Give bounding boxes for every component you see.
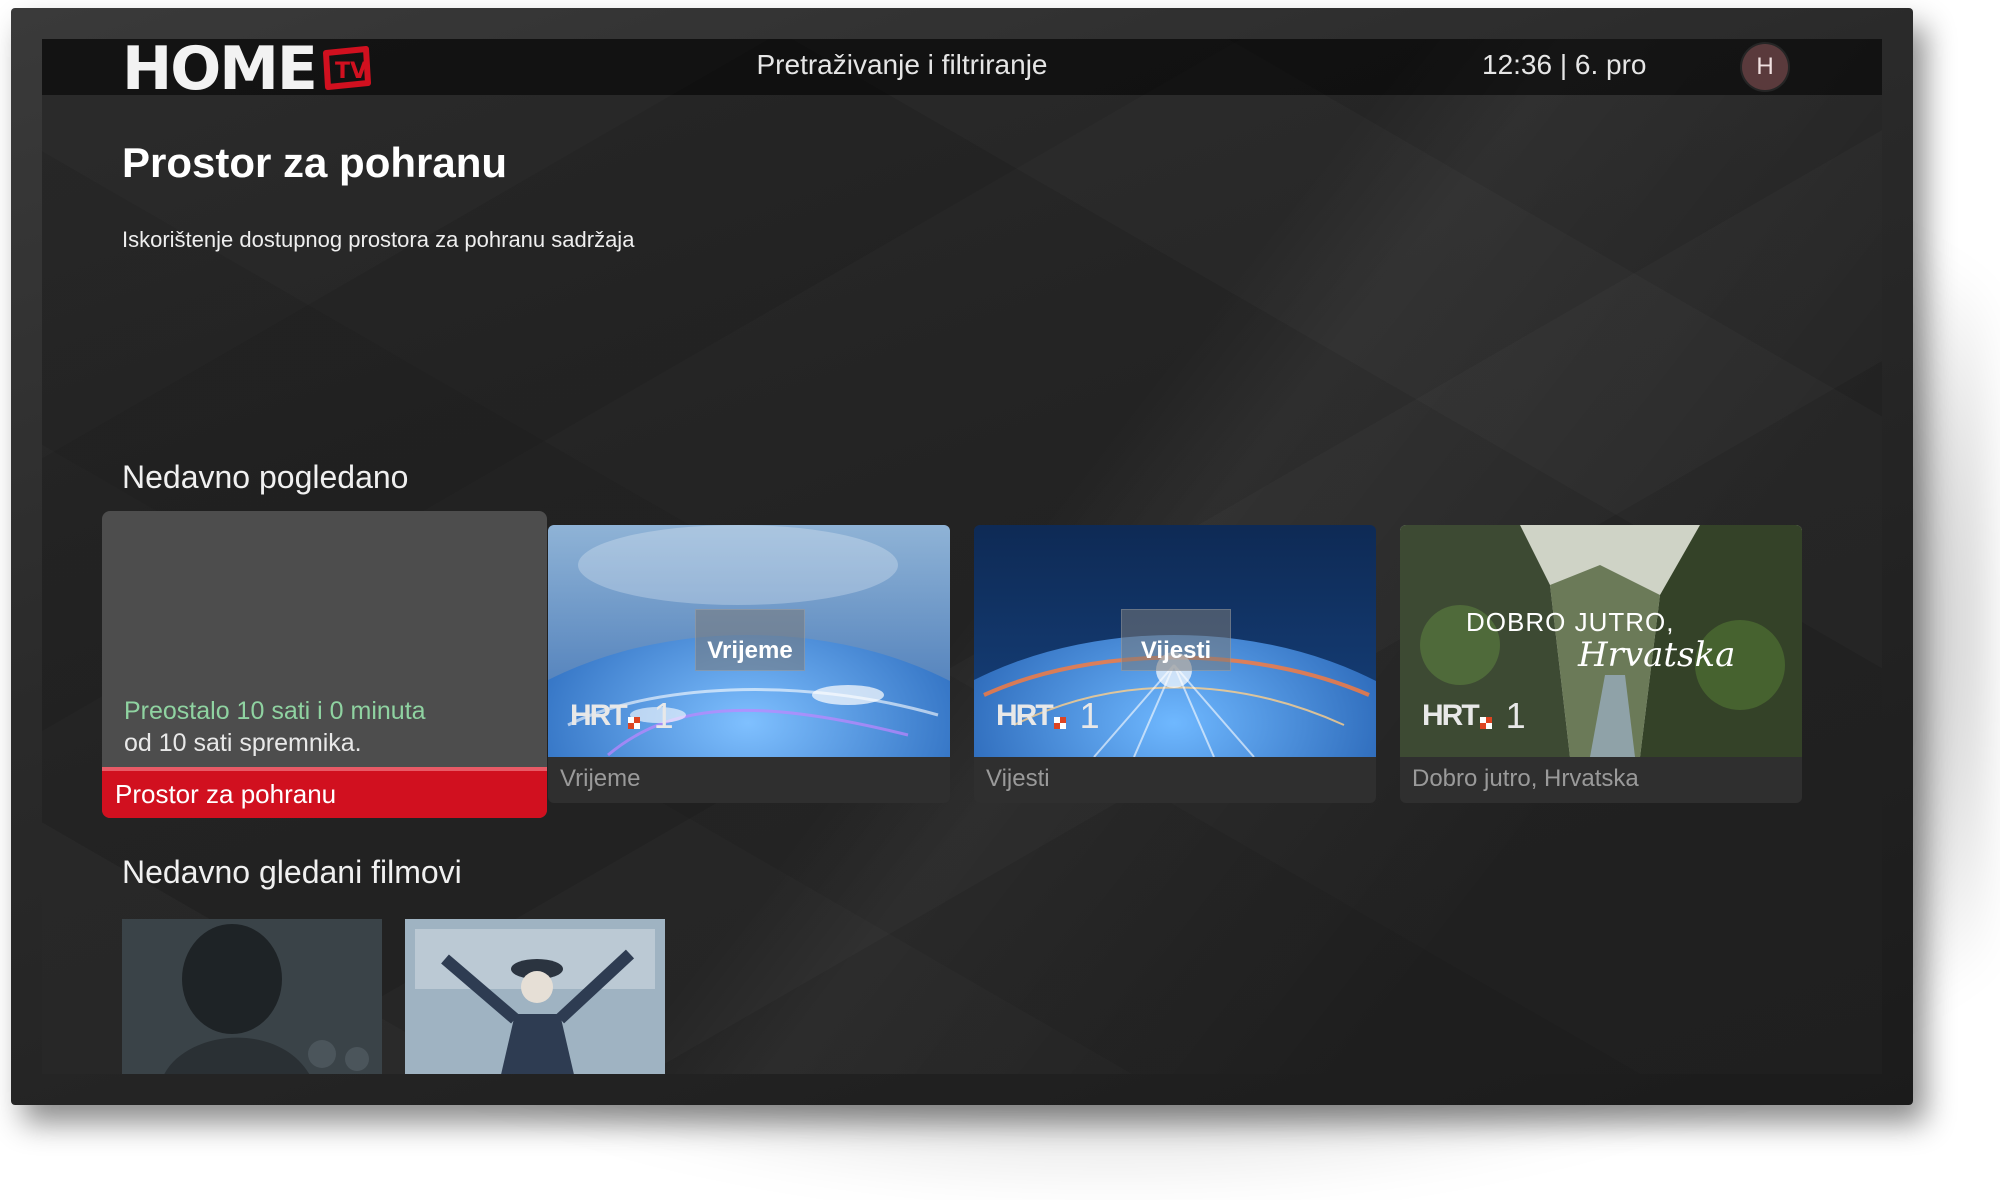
section-title-recent: Nedavno pogledano	[122, 459, 409, 495]
movie-card-1[interactable]	[122, 919, 382, 1074]
page-title: Prostor za pohranu	[122, 139, 508, 186]
thumbnail-badge: Vijesti	[1121, 609, 1231, 671]
top-bar: HOME TV Pretraživanje i filtriranje 12:3…	[42, 39, 1882, 99]
recent-card-vrijeme[interactable]: Vrijeme HRT 1 Vrijeme	[548, 525, 950, 803]
logo-text: HOME	[122, 39, 318, 104]
tv-screen: HOME TV Pretraživanje i filtriranje 12:3…	[42, 39, 1882, 1074]
clock: 12:36 | 6. pro	[1482, 49, 1647, 80]
storage-card[interactable]: Preostalo 10 sati i 0 minuta od 10 sati …	[102, 511, 547, 818]
hrt-flag-icon	[1053, 717, 1066, 729]
card-title: Vijesti	[986, 765, 1050, 792]
hrt-flag-icon	[1479, 717, 1492, 729]
hrt-logo: HRT 1	[996, 695, 1100, 737]
movie-card-2[interactable]	[405, 919, 665, 1074]
card-title: Vrijeme	[560, 765, 641, 792]
home-tv-logo[interactable]: HOME TV	[122, 39, 372, 99]
storage-total-text: od 10 sati spremnika.	[124, 729, 362, 757]
thumbnail-vrijeme: Vrijeme HRT 1	[548, 525, 950, 757]
recent-card-vijesti[interactable]: Vijesti HRT 1 Vijesti	[974, 525, 1376, 803]
hrt-flag-icon	[627, 717, 640, 729]
hrt-logo: HRT 1	[1422, 695, 1526, 737]
logo-badge-text: TV	[335, 59, 367, 84]
channel-number: 1	[1505, 695, 1526, 736]
search-filter-button[interactable]: Pretraživanje i filtriranje	[702, 49, 1102, 81]
movie-poster-2	[405, 919, 665, 1074]
thumbnail-vijesti: Vijesti HRT 1	[974, 525, 1376, 757]
avatar[interactable]: H	[1742, 44, 1788, 90]
thumbnail-overlay-script: Hrvatska	[1578, 635, 1736, 675]
recent-card-dobro-jutro[interactable]: DOBRO JUTRO, Hrvatska HRT 1 Dobro jutro,…	[1400, 525, 1802, 803]
page-subtitle: Iskorištenje dostupnog prostora za pohra…	[122, 227, 635, 252]
storage-label: Prostor za pohranu	[102, 771, 547, 818]
tv-badge-icon: TV	[322, 46, 371, 90]
thumbnail-dobro-jutro: DOBRO JUTRO, Hrvatska HRT 1	[1400, 525, 1802, 757]
thumbnail-badge: Vrijeme	[695, 609, 805, 671]
hrt-logo-text: HRT	[1422, 699, 1480, 732]
storage-remaining-text: Preostalo 10 sati i 0 minuta	[124, 697, 426, 725]
channel-number: 1	[1079, 695, 1100, 736]
hrt-logo: HRT 1	[570, 695, 674, 737]
hrt-logo-text: HRT	[570, 699, 628, 732]
section-title-recent-movies: Nedavno gledani filmovi	[122, 854, 462, 890]
card-title: Dobro jutro, Hrvatska	[1412, 765, 1639, 792]
hrt-logo-text: HRT	[996, 699, 1054, 732]
channel-number: 1	[653, 695, 674, 736]
thumbnail-overlay-title: DOBRO JUTRO,	[1466, 607, 1675, 637]
movie-poster-1	[122, 919, 382, 1074]
